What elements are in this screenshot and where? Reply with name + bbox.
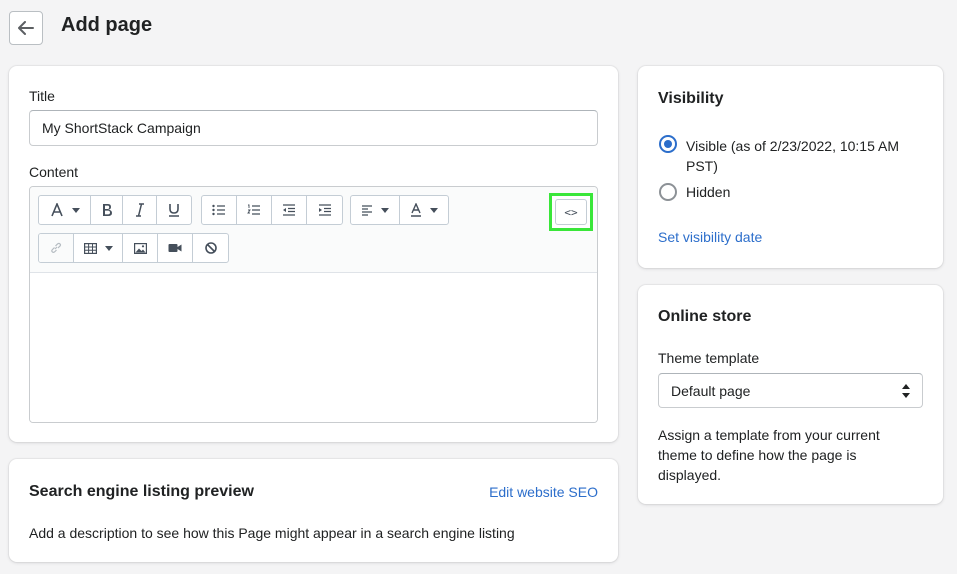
italic-button[interactable] xyxy=(123,196,157,224)
visible-label-line1: Visible (as of 2/23/2022, 10:15 AM xyxy=(686,138,899,154)
title-input-value: My ShortStack Campaign xyxy=(42,120,201,136)
list-group xyxy=(201,195,343,225)
insert-image-button[interactable] xyxy=(123,234,158,262)
table-icon xyxy=(83,242,97,254)
bulleted-list-icon xyxy=(212,204,225,216)
seo-heading: Search engine listing preview xyxy=(29,483,254,500)
online-store-heading: Online store xyxy=(658,308,752,325)
underline-icon xyxy=(169,204,179,217)
content-label: Content xyxy=(29,164,79,180)
bold-icon xyxy=(102,204,112,216)
help-line2: theme to define how the page is xyxy=(658,447,857,463)
format-group xyxy=(38,195,192,225)
hidden-radio[interactable] xyxy=(659,183,677,201)
align-color-group xyxy=(350,195,449,225)
title-label: Title xyxy=(29,88,55,104)
outdent-button[interactable] xyxy=(272,196,307,224)
insert-table-dropdown[interactable] xyxy=(74,234,123,262)
visible-radio-label[interactable]: Visible (as of 2/23/2022, 10:15 AM PST) xyxy=(686,136,899,176)
seo-preview-card: Search engine listing preview Edit websi… xyxy=(9,459,618,562)
hidden-radio-label[interactable]: Hidden xyxy=(686,184,730,200)
visibility-card: Visibility Visible (as of 2/23/2022, 10:… xyxy=(638,66,943,268)
align-dropdown[interactable] xyxy=(351,196,400,224)
theme-template-select[interactable]: Default page xyxy=(658,373,923,408)
show-html-button[interactable]: <> xyxy=(555,199,587,225)
title-input[interactable]: My ShortStack Campaign xyxy=(29,110,598,146)
insert-group xyxy=(38,233,229,263)
insert-link-button[interactable] xyxy=(39,234,74,262)
italic-icon xyxy=(135,203,144,217)
insert-video-button[interactable] xyxy=(158,234,193,262)
text-style-dropdown[interactable] xyxy=(39,196,91,224)
help-line1: Assign a template from your current xyxy=(658,427,880,443)
outdent-icon xyxy=(283,204,295,216)
editor-content-area[interactable] xyxy=(30,273,597,422)
theme-template-help: Assign a template from your current them… xyxy=(658,425,880,485)
editor-toolbar: <> xyxy=(30,187,597,273)
rich-text-editor: <> xyxy=(29,186,598,423)
page-details-card: Title My ShortStack Campaign Content <> xyxy=(9,66,618,442)
page-title: Add page xyxy=(61,14,153,36)
online-store-card: Online store Theme template Default page… xyxy=(638,285,943,504)
theme-template-label: Theme template xyxy=(658,350,760,366)
text-color-dropdown[interactable] xyxy=(400,196,448,224)
chevron-down-icon xyxy=(381,207,389,213)
edit-seo-link[interactable]: Edit website SEO xyxy=(489,484,598,500)
link-icon xyxy=(51,242,62,253)
help-line3: displayed. xyxy=(658,467,722,483)
indent-icon xyxy=(318,204,331,216)
visible-radio[interactable] xyxy=(659,135,677,153)
underline-button[interactable] xyxy=(157,196,191,224)
text-color-icon xyxy=(411,203,421,217)
seo-description: Add a description to see how this Page m… xyxy=(29,525,515,541)
set-visibility-date-link[interactable]: Set visibility date xyxy=(658,229,762,245)
video-icon xyxy=(168,244,182,252)
html-toggle-highlight: <> xyxy=(549,193,593,231)
bold-button[interactable] xyxy=(91,196,123,224)
numbered-list-button[interactable] xyxy=(237,196,272,224)
code-icon: <> xyxy=(564,205,578,219)
chevron-down-icon xyxy=(430,207,438,213)
select-arrows-icon xyxy=(902,384,910,398)
bulleted-list-button[interactable] xyxy=(202,196,237,224)
image-icon xyxy=(133,242,147,254)
align-left-icon xyxy=(362,205,372,216)
indent-button[interactable] xyxy=(307,196,342,224)
back-button[interactable] xyxy=(9,11,43,45)
theme-template-value: Default page xyxy=(671,382,751,399)
arrow-left-icon xyxy=(18,21,34,35)
clear-formatting-button[interactable] xyxy=(193,234,228,262)
visible-label-line2: PST) xyxy=(686,158,718,174)
visibility-heading: Visibility xyxy=(658,90,724,107)
text-style-icon xyxy=(50,203,63,217)
chevron-down-icon xyxy=(104,245,113,251)
clear-formatting-icon xyxy=(204,242,217,254)
chevron-down-icon xyxy=(71,207,80,213)
numbered-list-icon xyxy=(247,204,260,215)
